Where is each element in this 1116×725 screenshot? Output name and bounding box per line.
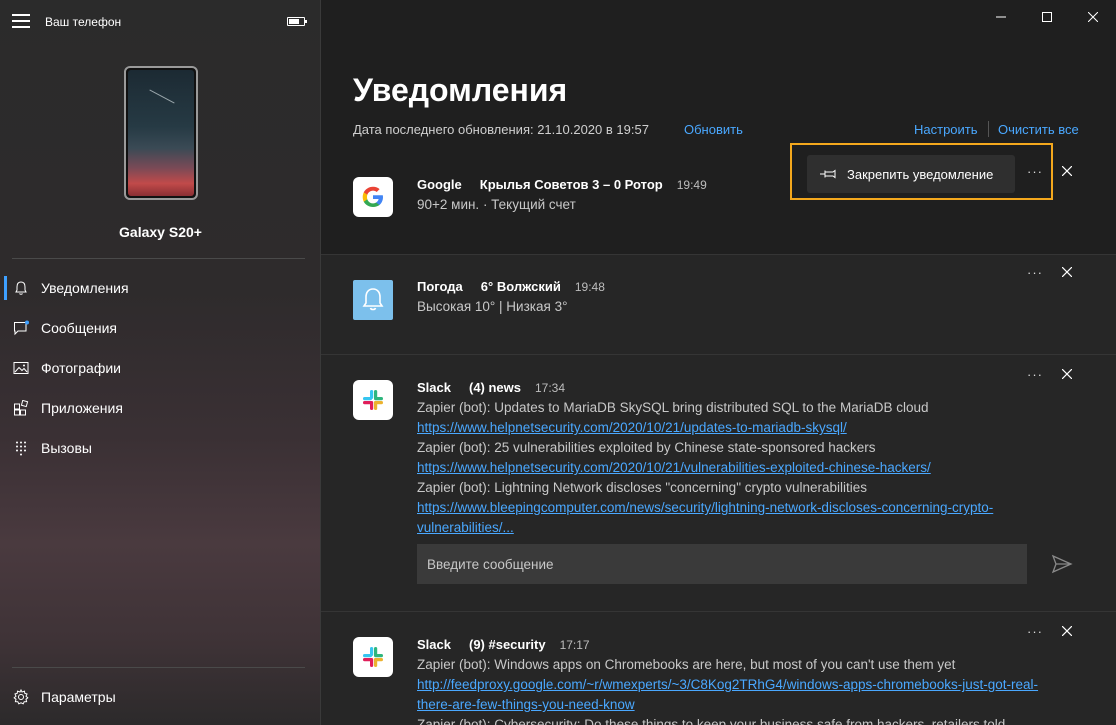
chat-icon (14, 320, 29, 336)
sidebar-divider (12, 667, 305, 668)
sidebar-item-label: Приложения (41, 400, 123, 416)
notification-text: Zapier (bot): Lightning Network disclose… (417, 480, 868, 495)
notification-link[interactable]: there-are-few-things-you-need-know (417, 697, 635, 712)
weather-app-icon (353, 280, 393, 320)
close-window-button[interactable] (1070, 0, 1116, 34)
notification-link[interactable]: https://www.helpnetsecurity.com/2020/10/… (417, 420, 847, 435)
minimize-button[interactable] (978, 0, 1024, 34)
bell-icon (15, 281, 27, 295)
sidebar-item-apps[interactable]: Приложения (0, 388, 320, 428)
more-options-button[interactable]: ··· (1021, 363, 1049, 385)
last-updated-text: Дата последнего обновления: 21.10.2020 в… (353, 122, 649, 137)
photo-icon (13, 362, 29, 374)
gear-icon (13, 689, 29, 705)
notification-header: Slack (9) #security 17:17 (417, 637, 590, 652)
notification-header: Погода 6° Волжский 19:48 (417, 279, 605, 294)
reply-message-input[interactable] (417, 544, 1027, 584)
dismiss-notification-button[interactable] (1056, 261, 1078, 283)
phone-image (124, 66, 198, 200)
window-controls (978, 0, 1116, 34)
notification-header: Google Крылья Советов 3 – 0 Ротор 19:49 (417, 177, 707, 192)
sidebar-header: Ваш телефон (0, 0, 320, 44)
notification-text: Высокая 10° | Низкая 3° (417, 299, 568, 314)
slack-app-icon (353, 380, 393, 420)
page-title: Уведомления (353, 72, 568, 108)
sidebar-divider (12, 258, 305, 259)
dismiss-notification-button[interactable] (1056, 160, 1078, 182)
sidebar-nav: Уведомления Сообщения Фотографии Приложе… (0, 268, 320, 468)
hamburger-menu-icon[interactable] (12, 14, 30, 28)
google-app-icon (353, 177, 393, 217)
close-icon (1062, 369, 1072, 379)
sidebar-item-messages[interactable]: Сообщения (0, 308, 320, 348)
maximize-button[interactable] (1024, 0, 1070, 34)
notification-text: Zapier (bot): 25 vulnerabilities exploit… (417, 440, 876, 455)
sidebar-item-label: Вызовы (41, 440, 92, 456)
notification-link[interactable]: https://www.bleepingcomputer.com/news/se… (417, 500, 993, 515)
pin-label: Закрепить уведомление (847, 166, 994, 182)
sidebar-item-label: Сообщения (41, 320, 117, 336)
maximize-icon (1042, 12, 1052, 22)
sidebar-item-notifications[interactable]: Уведомления (0, 268, 320, 308)
sidebar-item-settings[interactable]: Параметры (0, 677, 320, 717)
notification-header: Slack (4) news 17:34 (417, 380, 566, 395)
close-icon (1088, 12, 1098, 22)
close-icon (1062, 626, 1072, 636)
dialpad-icon (16, 441, 26, 456)
notification-text: Zapier (bot): Updates to MariaDB SkySQL … (417, 400, 929, 415)
configure-link[interactable]: Настроить (914, 122, 978, 137)
sidebar-item-photos[interactable]: Фотографии (0, 348, 320, 388)
notification-card[interactable]: Slack (9) #security 17:17 Zapier (bot): Wi… (321, 611, 1116, 725)
notification-text: Zapier (bot): Windows apps on Chromebook… (417, 657, 956, 672)
notification-link[interactable]: https://www.helpnetsecurity.com/2020/10/… (417, 460, 931, 475)
dismiss-notification-button[interactable] (1056, 620, 1078, 642)
main-panel: Уведомления Дата последнего обновления: … (321, 0, 1116, 725)
send-icon[interactable] (1051, 553, 1073, 575)
notification-card[interactable]: Погода 6° Волжский 19:48 Высокая 10° | Низ… (321, 254, 1116, 354)
slack-app-icon (353, 637, 393, 677)
dismiss-notification-button[interactable] (1056, 363, 1078, 385)
notification-text: 90+2 мин. · Текущий счет (417, 197, 576, 212)
apps-icon (14, 400, 29, 416)
settings-label: Параметры (41, 689, 116, 705)
minimize-icon (996, 16, 1006, 18)
sidebar-item-label: Уведомления (41, 280, 129, 296)
notification-link[interactable]: http://feedproxy.google.com/~r/wmexperts… (417, 677, 1038, 692)
clear-all-link[interactable]: Очистить все (998, 122, 1079, 137)
refresh-link[interactable]: Обновить (684, 122, 743, 137)
pin-icon (820, 169, 836, 179)
sidebar-item-calls[interactable]: Вызовы (0, 428, 320, 468)
battery-icon (287, 17, 307, 26)
sidebar-item-label: Фотографии (41, 360, 122, 376)
link-separator (988, 121, 989, 137)
sidebar: Ваш телефон Galaxy S20+ Уведомления Сооб… (0, 0, 321, 725)
device-name: Galaxy S20+ (119, 224, 202, 240)
close-icon (1062, 267, 1072, 277)
app-title: Ваш телефон (45, 15, 122, 29)
more-options-button[interactable]: ··· (1021, 261, 1049, 283)
more-options-button[interactable]: ··· (1021, 160, 1049, 182)
close-icon (1062, 166, 1072, 176)
more-options-button[interactable]: ··· (1021, 620, 1049, 642)
pin-notification-button[interactable]: Закрепить уведомление (807, 155, 1015, 193)
notification-link[interactable]: vulnerabilities/... (417, 520, 514, 535)
notification-text: Zapier (bot): Cybersecurity: Do these th… (417, 717, 1006, 725)
